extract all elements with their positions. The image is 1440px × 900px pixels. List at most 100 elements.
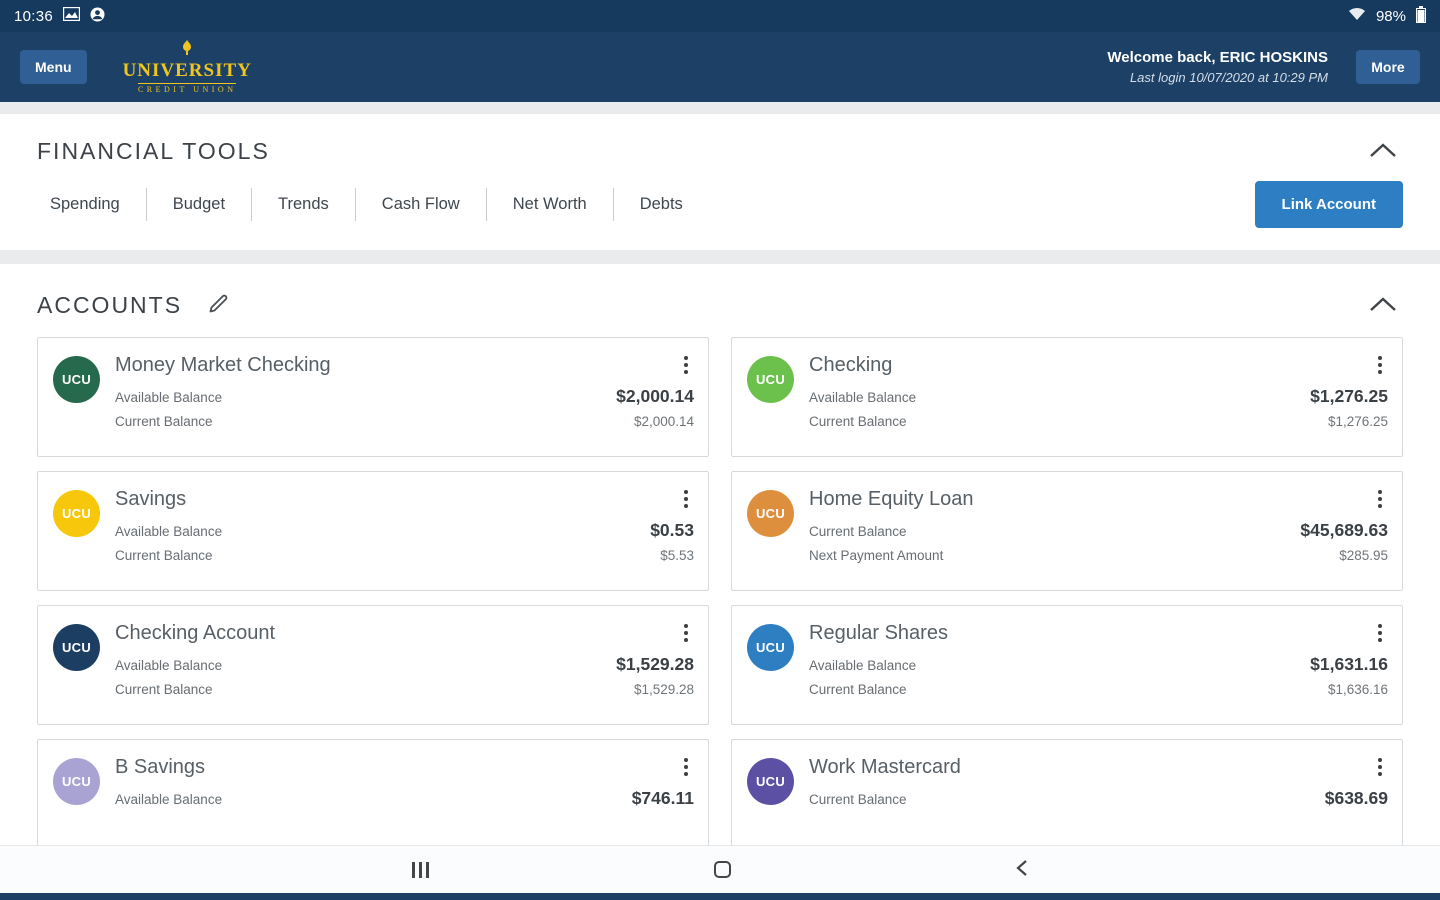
battery-icon	[1416, 6, 1426, 27]
home-icon	[714, 861, 731, 878]
account-avatar: UCU	[747, 758, 794, 805]
kebab-menu-icon[interactable]	[678, 353, 694, 377]
account-avatar: UCU	[53, 490, 100, 537]
home-button[interactable]	[714, 861, 731, 878]
university-credit-union-logo: UNIVERSITY CREDIT UNION	[123, 40, 252, 94]
balance-value: $1,529.28	[634, 682, 694, 697]
person-notification-icon	[90, 7, 105, 26]
kebab-menu-icon[interactable]	[678, 487, 694, 511]
android-status-bar: 10:36 98%	[0, 0, 1440, 32]
account-avatar: UCU	[747, 624, 794, 671]
battery-percent-text: 98%	[1376, 8, 1406, 25]
tab-net-worth[interactable]: Net Worth	[486, 188, 613, 221]
account-card-money-market-checking[interactable]: UCU Money Market Checking Available Bala…	[37, 337, 709, 457]
tab-debts[interactable]: Debts	[613, 188, 709, 221]
account-card-work-mastercard[interactable]: UCU Work Mastercard Current Balance $638…	[731, 739, 1403, 859]
account-card-savings[interactable]: UCU Savings Available Balance $0.53 Curr…	[37, 471, 709, 591]
balance-value: $1,631.16	[1310, 654, 1388, 675]
account-avatar: UCU	[53, 758, 100, 805]
balance-label: Available Balance	[115, 792, 222, 807]
kebab-menu-icon[interactable]	[678, 621, 694, 645]
balance-label: Current Balance	[115, 414, 213, 429]
logo-title: UNIVERSITY	[123, 61, 252, 80]
balance-label: Current Balance	[809, 414, 907, 429]
account-card-checking-account[interactable]: UCU Checking Account Available Balance $…	[37, 605, 709, 725]
balance-label: Available Balance	[809, 390, 916, 405]
back-button[interactable]	[1016, 859, 1028, 880]
kebab-menu-icon[interactable]	[1372, 621, 1388, 645]
chevron-up-icon	[1369, 300, 1397, 315]
collapse-accounts-button[interactable]	[1363, 293, 1403, 319]
tab-spending[interactable]: Spending	[37, 188, 146, 221]
wifi-icon	[1348, 7, 1366, 25]
accounts-grid: UCU Money Market Checking Available Bala…	[37, 337, 1403, 859]
account-name: Checking Account	[115, 622, 678, 645]
status-bar-right: 98%	[1348, 6, 1426, 27]
balance-value: $1,529.28	[616, 654, 694, 675]
balance-value: $45,689.63	[1300, 520, 1388, 541]
kebab-menu-icon[interactable]	[678, 755, 694, 779]
torch-icon	[181, 40, 193, 59]
balance-label: Available Balance	[115, 390, 222, 405]
account-name: Checking	[809, 354, 1372, 377]
balance-value: $1,276.25	[1310, 386, 1388, 407]
balance-label: Current Balance	[809, 792, 907, 807]
kebab-menu-icon[interactable]	[1372, 353, 1388, 377]
menu-button[interactable]: Menu	[20, 50, 87, 84]
balance-label: Current Balance	[809, 682, 907, 697]
account-card-checking[interactable]: UCU Checking Available Balance $1,276.25…	[731, 337, 1403, 457]
edit-accounts-button[interactable]	[204, 290, 232, 321]
account-avatar: UCU	[747, 356, 794, 403]
account-name: Work Mastercard	[809, 756, 1372, 779]
balance-label: Available Balance	[115, 658, 222, 673]
collapse-financial-tools-button[interactable]	[1363, 139, 1403, 165]
balance-label: Current Balance	[115, 548, 213, 563]
balance-value: $2,000.14	[616, 386, 694, 407]
balance-value: $0.53	[650, 520, 694, 541]
screenshot-notification-icon	[63, 7, 80, 25]
balance-label: Current Balance	[115, 682, 213, 697]
balance-value: $285.95	[1339, 548, 1388, 563]
account-name: Money Market Checking	[115, 354, 678, 377]
screen: 10:36 98% Menu UNIVERSITY CREDIT	[0, 0, 1440, 900]
link-account-button[interactable]: Link Account	[1255, 181, 1403, 228]
welcome-block: Welcome back, ERIC HOSKINS Last login 10…	[1107, 49, 1328, 85]
account-card-b-savings[interactable]: UCU B Savings Available Balance $746.11	[37, 739, 709, 859]
kebab-menu-icon[interactable]	[1372, 755, 1388, 779]
tab-trends[interactable]: Trends	[251, 188, 355, 221]
balance-value: $746.11	[632, 788, 694, 809]
back-chevron-icon	[1016, 859, 1028, 880]
recents-icon	[412, 862, 429, 878]
recents-button[interactable]	[412, 862, 429, 878]
app-header: Menu UNIVERSITY CREDIT UNION Welcome bac…	[0, 32, 1440, 102]
tab-cash-flow[interactable]: Cash Flow	[355, 188, 486, 221]
account-card-home-equity-loan[interactable]: UCU Home Equity Loan Current Balance $45…	[731, 471, 1403, 591]
balance-value: $1,636.16	[1328, 682, 1388, 697]
balance-value: $638.69	[1325, 788, 1388, 809]
logo-subtitle: CREDIT UNION	[138, 83, 237, 94]
balance-value: $1,276.25	[1328, 414, 1388, 429]
account-name: Savings	[115, 488, 678, 511]
accounts-title: ACCOUNTS	[37, 292, 182, 319]
more-button[interactable]: More	[1356, 50, 1420, 84]
bottom-strip	[0, 893, 1440, 900]
account-avatar: UCU	[53, 356, 100, 403]
kebab-menu-icon[interactable]	[1372, 487, 1388, 511]
status-bar-left: 10:36	[14, 7, 105, 26]
account-name: Home Equity Loan	[809, 488, 1372, 511]
balance-label: Available Balance	[809, 658, 916, 673]
financial-tools-title: FINANCIAL TOOLS	[37, 138, 270, 165]
balance-value: $5.53	[660, 548, 694, 563]
account-avatar: UCU	[747, 490, 794, 537]
chevron-up-icon	[1369, 146, 1397, 161]
balance-label: Current Balance	[809, 524, 907, 539]
last-login-text: Last login 10/07/2020 at 10:29 PM	[1107, 70, 1328, 85]
balance-label: Available Balance	[115, 524, 222, 539]
status-time: 10:36	[14, 8, 53, 25]
pencil-icon	[206, 304, 230, 319]
tab-budget[interactable]: Budget	[146, 188, 251, 221]
account-card-regular-shares[interactable]: UCU Regular Shares Available Balance $1,…	[731, 605, 1403, 725]
account-name: B Savings	[115, 756, 678, 779]
financial-tools-section: FINANCIAL TOOLS Spending Budget Trends C…	[0, 114, 1440, 250]
financial-tools-tabs: Spending Budget Trends Cash Flow Net Wor…	[37, 188, 709, 221]
